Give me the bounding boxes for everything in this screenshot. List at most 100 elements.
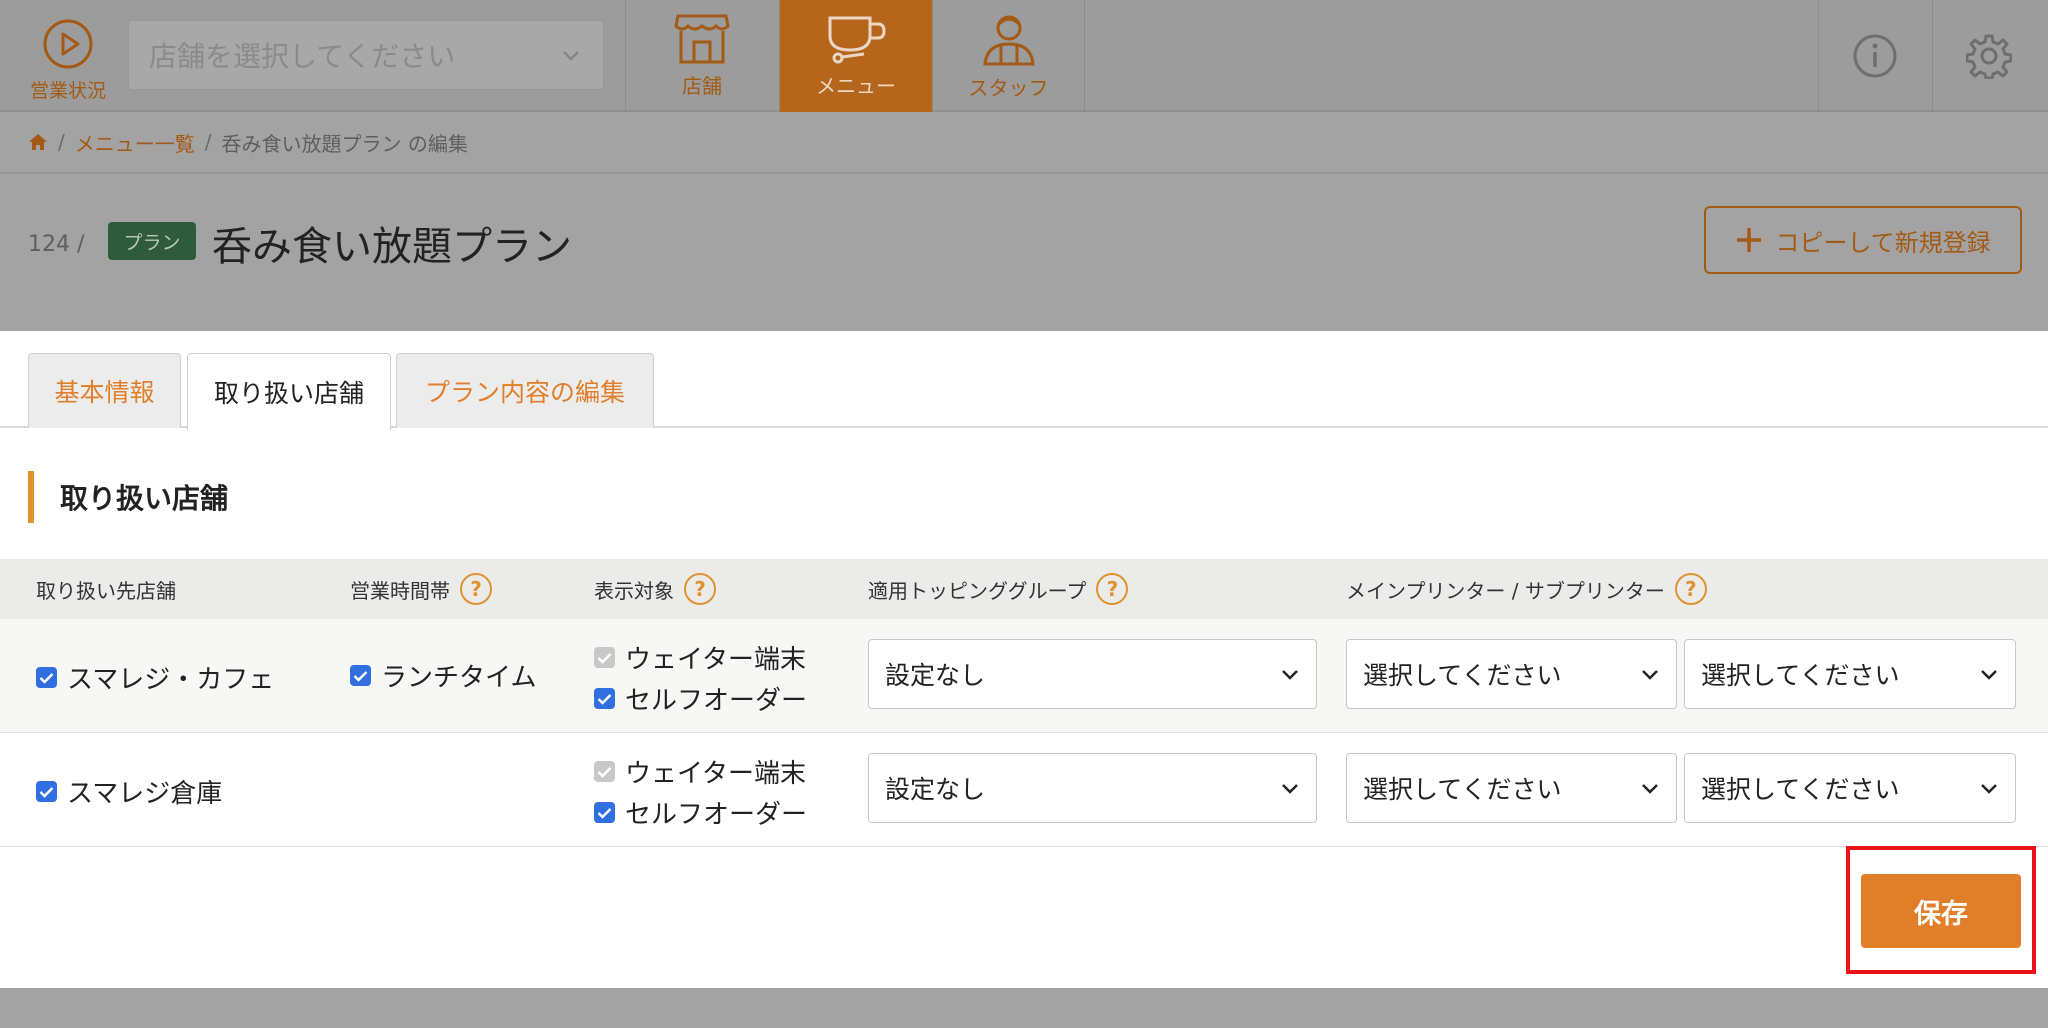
check-icon [597, 693, 612, 705]
check-icon [39, 672, 54, 684]
display-self-order-label: セルフオーダー [625, 686, 808, 716]
help-icon[interactable]: ? [1674, 573, 1707, 605]
section-title: 取り扱い店舗 [28, 471, 228, 523]
copy-and-register-label: コピーして新規登録 [1775, 228, 1991, 257]
checkbox-checked[interactable] [36, 781, 57, 802]
main-printer-value: 選択してください [1363, 661, 1562, 690]
header-display: 表示対象? [594, 559, 716, 619]
topping-group-select[interactable]: 設定なし [868, 753, 1317, 823]
content-card: 基本情報 取り扱い店舗 プラン内容の編集 取り扱い店舗 取り扱い先店舗 営業時間… [0, 331, 2048, 988]
hours-name: ランチタイム [381, 663, 537, 693]
header-printer-label: メインプリンター / サブプリンター [1346, 578, 1665, 603]
help-icon[interactable]: ? [460, 573, 492, 605]
help-icon[interactable]: ? [684, 573, 716, 605]
store-checkbox[interactable]: スマレジ倉庫 [36, 773, 222, 810]
main-printer-value: 選択してください [1363, 775, 1562, 804]
chevron-down-icon [563, 51, 579, 61]
home-icon[interactable] [28, 133, 48, 151]
main-printer-select[interactable]: 選択してください [1346, 639, 1677, 709]
info-button[interactable] [1818, 0, 1931, 112]
nav-tab-store[interactable]: 店舗 [625, 0, 778, 112]
display-waiter-checkbox: ウェイター端末 [594, 639, 806, 676]
display-self-order-checkbox[interactable]: セルフオーダー [594, 680, 807, 717]
gear-icon [1966, 34, 2012, 79]
sub-printer-select[interactable]: 選択してください [1684, 639, 2016, 709]
display-self-order-label: セルフオーダー [625, 800, 808, 830]
business-status-label: 営業状況 [29, 80, 106, 102]
tab-basic-info[interactable]: 基本情報 [28, 353, 181, 428]
page-title: 呑み食い放題プラン [212, 224, 572, 270]
cup-icon [828, 16, 886, 64]
header-display-label: 表示対象 [594, 578, 674, 603]
store-name: スマレジ倉庫 [67, 779, 223, 809]
settings-button[interactable] [1932, 0, 2045, 112]
plan-id: 124 / [28, 232, 85, 257]
tab-bar: 基本情報 取り扱い店舗 プラン内容の編集 [0, 331, 2048, 430]
chevron-down-icon [1981, 670, 1997, 680]
chevron-down-icon [1282, 784, 1298, 794]
sub-printer-value: 選択してください [1701, 661, 1900, 690]
tab-plan-contents[interactable]: プラン内容の編集 [396, 353, 654, 428]
chevron-down-icon [1282, 670, 1298, 680]
store-checkbox[interactable]: スマレジ・カフェ [36, 659, 274, 696]
nav-tab-staff-label: スタッフ [968, 76, 1049, 100]
checkbox-checked[interactable] [594, 802, 615, 823]
topping-group-value: 設定なし [885, 661, 986, 690]
breadcrumb-separator: / [204, 130, 212, 154]
header-topping: 適用トッピンググループ? [868, 559, 1129, 619]
chevron-down-icon [1642, 670, 1658, 680]
topping-group-select[interactable]: 設定なし [868, 639, 1317, 709]
store-select-placeholder: 店舗を選択してください [149, 40, 456, 73]
checkbox-checked[interactable] [350, 665, 371, 686]
staff-icon [982, 15, 1035, 66]
header-store: 取り扱い先店舗 [36, 559, 176, 619]
display-waiter-label: ウェイター端末 [625, 759, 806, 789]
main-printer-select[interactable]: 選択してください [1346, 753, 1677, 823]
sub-printer-select[interactable]: 選択してください [1684, 753, 2016, 823]
display-self-order-checkbox[interactable]: セルフオーダー [594, 794, 807, 831]
breadcrumb: / メニュー一覧 / 呑み食い放題プラン の編集 [0, 112, 2048, 174]
business-status-button[interactable]: 営業状況 [18, 14, 118, 104]
checkbox-checked[interactable] [594, 688, 615, 709]
checkbox-checked[interactable] [36, 667, 57, 688]
nav-tab-menu-label: メニュー [816, 74, 896, 98]
check-icon [597, 766, 612, 778]
display-waiter-label: ウェイター端末 [625, 645, 806, 675]
copy-and-register-button[interactable]: コピーして新規登録 [1704, 206, 2022, 274]
nav-tab-menu[interactable]: メニュー [779, 0, 932, 112]
table-row: スマレジ・カフェ ランチタイム ウェイター端末 セルフオーダー 設定なし 選択し… [0, 619, 2048, 733]
store-name: スマレジ・カフェ [67, 665, 275, 695]
play-circle-icon [43, 19, 93, 69]
storefront-icon [674, 14, 730, 64]
header-printer: メインプリンター / サブプリンター? [1346, 559, 1707, 619]
breadcrumb-menu-list[interactable]: メニュー一覧 [75, 128, 195, 157]
checkbox-disabled [594, 647, 615, 668]
header-store-label: 取り扱い先店舗 [36, 578, 176, 603]
top-navigation: 営業状況 店舗を選択してください 店舗 メニュー スタッフ [0, 0, 2048, 112]
check-icon [597, 652, 612, 664]
check-icon [39, 786, 54, 798]
hours-checkbox[interactable]: ランチタイム [350, 657, 536, 694]
header-hours: 営業時間帯? [350, 559, 492, 619]
check-icon [353, 670, 368, 682]
header-hours-label: 営業時間帯 [350, 578, 450, 603]
plan-badge: プラン [108, 222, 196, 260]
check-icon [597, 807, 612, 819]
breadcrumb-separator: / [58, 130, 65, 154]
table-header: 取り扱い先店舗 営業時間帯? 表示対象? 適用トッピンググループ? メインプリン… [0, 559, 2048, 619]
topping-group-value: 設定なし [885, 775, 986, 804]
table-row: スマレジ倉庫 ウェイター端末 セルフオーダー 設定なし 選択してください 選択し… [0, 733, 2048, 847]
tab-handling-stores[interactable]: 取り扱い店舗 [187, 353, 391, 430]
info-icon [1853, 34, 1897, 78]
chevron-down-icon [1642, 784, 1658, 794]
chevron-down-icon [1981, 784, 1997, 794]
store-select[interactable]: 店舗を選択してください [128, 20, 604, 90]
nav-tab-staff[interactable]: スタッフ [932, 0, 1085, 112]
header-topping-label: 適用トッピンググループ [868, 578, 1087, 603]
nav-tab-store-label: 店舗 [682, 74, 722, 98]
breadcrumb-current: 呑み食い放題プラン の編集 [221, 131, 468, 156]
display-waiter-checkbox: ウェイター端末 [594, 753, 806, 790]
save-button[interactable]: 保存 [1861, 874, 2021, 948]
checkbox-disabled [594, 761, 615, 782]
help-icon[interactable]: ? [1096, 573, 1129, 605]
